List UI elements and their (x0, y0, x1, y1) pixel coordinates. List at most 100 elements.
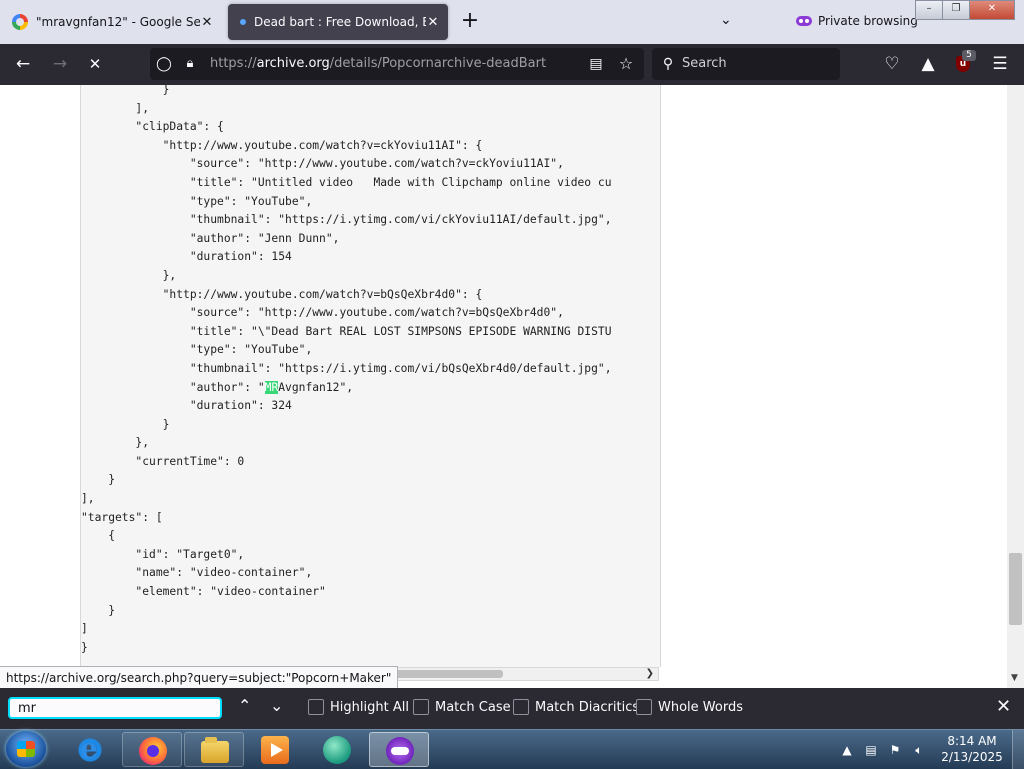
show-desktop-button[interactable] (1012, 730, 1024, 769)
code-line: "id": "Target0", (81, 547, 245, 561)
find-previous-icon[interactable]: ⌃ (238, 696, 251, 715)
find-next-icon[interactable]: ⌄ (270, 696, 283, 715)
match-diacritics-checkbox[interactable]: Match Diacritics (513, 699, 639, 715)
code-line: ] (81, 622, 88, 636)
padlock-icon[interactable]: 🔒︎ (180, 54, 200, 74)
private-browsing-indicator: Private browsing (796, 14, 918, 28)
minimize-button[interactable]: – (915, 0, 943, 20)
system-clock[interactable]: 8:14 AM 2/13/2025 (936, 733, 1008, 765)
json-code-panel: } ], "clipData": { "http://www.youtube.c… (80, 85, 661, 667)
code-line: "duration": 324 (81, 399, 292, 413)
find-match-highlight: MR (264, 380, 279, 394)
loading-dot-icon (240, 19, 246, 25)
code-line: "thumbnail": "https://i.ytimg.com/vi/bQs… (81, 361, 612, 375)
code-line: "source": "http://www.youtube.com/watch?… (81, 306, 564, 320)
find-bar: mr ⌃ ⌄ Highlight All Match Case Match Di… (0, 688, 1024, 729)
checkbox-box[interactable] (413, 699, 429, 715)
code-line: } (81, 603, 116, 617)
page-content: } ], "clipData": { "http://www.youtube.c… (0, 85, 1024, 688)
url-host: archive.org (256, 56, 330, 71)
forward-arrow-icon[interactable]: → (50, 54, 70, 74)
vertical-scrollbar[interactable]: ▼ (1007, 85, 1024, 688)
action-center-flag-icon[interactable]: ⚑ (888, 743, 902, 757)
window-controls: – ❐ ✕ (915, 0, 1015, 20)
code-line: "http://www.youtube.com/watch?v=bQsQeXbr… (81, 287, 483, 301)
menu-hamburger-icon[interactable]: ☰ (990, 54, 1010, 74)
extension-count-badge: 5 (962, 50, 976, 61)
taskbar-firefox[interactable] (122, 732, 182, 767)
taskbar-media-player[interactable] (245, 732, 305, 767)
stop-loading-icon[interactable]: ✕ (85, 54, 105, 74)
new-tab-button[interactable]: + (460, 10, 480, 34)
url-scheme: https:// (210, 56, 257, 71)
code-line: "element": "video-container" (81, 585, 326, 599)
match-case-checkbox[interactable]: Match Case (413, 699, 511, 715)
code-line: } (81, 417, 170, 431)
code-line: "author": "Jenn Dunn", (81, 231, 340, 245)
code-line: }, (81, 436, 150, 450)
url-bar[interactable]: ◯ 🔒︎ https://archive.org/details/Popcorn… (150, 48, 644, 80)
google-icon (12, 14, 28, 30)
restore-button[interactable]: ❐ (942, 0, 970, 20)
start-button[interactable] (6, 731, 46, 767)
search-placeholder: Search (682, 56, 727, 71)
checkbox-label: Whole Words (658, 699, 743, 715)
code-line: "author": "MRAvgnfan12", (81, 380, 354, 394)
url-text[interactable]: https://archive.org/details/Popcornarchi… (210, 56, 546, 71)
private-mask-icon (796, 16, 812, 26)
list-all-tabs-chevron-icon[interactable]: ⌄ (720, 12, 732, 28)
taskbar-firefox-private[interactable] (369, 732, 429, 767)
taskbar-file-explorer[interactable] (184, 732, 244, 767)
reader-view-icon[interactable]: ▤ (586, 54, 606, 74)
taskbar-globe-app[interactable] (307, 732, 367, 767)
back-arrow-icon[interactable]: ← (13, 54, 33, 74)
volume-muted-icon[interactable]: 🔈︎ (912, 743, 926, 757)
code-line: "http://www.youtube.com/watch?v=ckYoviu1… (81, 138, 483, 152)
tracking-shield-icon[interactable]: ◯ (154, 54, 174, 74)
taskbar-internet-explorer[interactable] (60, 732, 120, 767)
scroll-down-arrow-icon[interactable]: ▼ (1011, 673, 1018, 683)
code-line: "title": "Untitled video Made with Clipc… (81, 175, 612, 189)
private-browsing-label: Private browsing (818, 14, 918, 28)
checkbox-box[interactable] (308, 699, 324, 715)
code-line: { (81, 529, 116, 543)
tab-title: Dead bart : Free Download, Borrow (254, 15, 426, 29)
tab-title: "mravgnfan12" - Google Search (36, 15, 200, 29)
extensions-puzzle-icon[interactable]: ▲ (918, 54, 938, 74)
code-line: "title": "\"Dead Bart REAL LOST SIMPSONS… (81, 324, 612, 338)
code-line: } (81, 640, 88, 654)
close-find-bar-icon[interactable]: ✕ (996, 696, 1011, 717)
search-icon: ⚲ (662, 56, 674, 72)
status-url-tooltip: https://archive.org/search.php?query=sub… (0, 666, 399, 690)
checkbox-label: Match Case (435, 699, 511, 715)
checkbox-label: Match Diacritics (535, 699, 640, 715)
tab-google-search[interactable]: "mravgnfan12" - Google Search ✕ (4, 4, 222, 40)
internet-explorer-icon (76, 732, 104, 765)
checkbox-box[interactable] (636, 699, 652, 715)
firefox-icon (139, 737, 167, 765)
whole-words-checkbox[interactable]: Whole Words (636, 699, 743, 715)
find-input[interactable]: mr (8, 697, 222, 719)
code-line: } (81, 85, 170, 96)
checkbox-label: Highlight All (330, 699, 409, 715)
search-box[interactable]: ⚲ Search (652, 48, 840, 80)
code-line: "clipData": { (81, 120, 224, 134)
show-hidden-icons-icon[interactable]: ▲ (840, 743, 854, 757)
close-window-button[interactable]: ✕ (969, 0, 1015, 20)
code-line: "name": "video-container", (81, 566, 313, 580)
close-tab-icon[interactable]: ✕ (200, 15, 214, 30)
tab-strip: "mravgnfan12" - Google Search ✕ Dead bar… (0, 0, 1024, 44)
vertical-scroll-thumb[interactable] (1009, 553, 1022, 625)
firefox-private-icon (386, 737, 414, 765)
close-tab-icon[interactable]: ✕ (426, 15, 440, 30)
code-line: "source": "http://www.youtube.com/watch?… (81, 157, 564, 171)
code-line: ], (81, 492, 95, 506)
network-icon[interactable]: ▤ (864, 743, 878, 757)
scroll-right-arrow-icon[interactable]: ❯ (646, 668, 654, 679)
highlight-all-checkbox[interactable]: Highlight All (308, 699, 409, 715)
tab-dead-bart[interactable]: Dead bart : Free Download, Borrow ✕ (228, 4, 448, 40)
bookmark-star-icon[interactable]: ☆ (616, 54, 636, 74)
code-line: }, (81, 268, 177, 282)
pocket-icon[interactable]: ♡ (882, 54, 902, 74)
checkbox-box[interactable] (513, 699, 529, 715)
